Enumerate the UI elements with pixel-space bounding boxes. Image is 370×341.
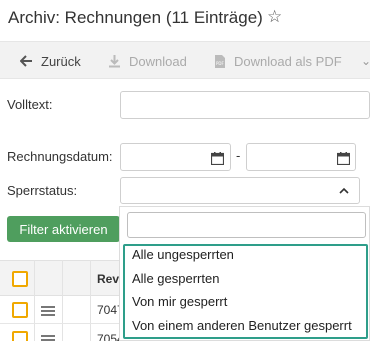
download-pdf-button[interactable]: PDF Download als PDF [214, 51, 342, 71]
row-checkbox[interactable] [12, 302, 28, 318]
option-all-unlocked[interactable]: Alle ungesperrten [132, 247, 234, 262]
pdf-file-icon: PDF [214, 54, 226, 69]
date-separator: - [236, 148, 241, 163]
download-label: Download [129, 53, 187, 69]
invoice-date-label: Rechnungsdatum: [7, 149, 113, 164]
date-from-input[interactable] [120, 143, 231, 171]
option-all-locked[interactable]: Alle gesperrten [132, 271, 219, 286]
row-checkbox[interactable] [12, 331, 28, 341]
lock-status-dropdown: Alle ungesperrten Alle gesperrten Von mi… [119, 206, 370, 341]
option-locked-by-other-user[interactable]: Von einem anderen Benutzer gesperrt [132, 318, 352, 333]
title-bar: Archiv: Rechnungen (11 Einträge) ☆ [0, 0, 370, 36]
download-pdf-label: Download als PDF [234, 53, 342, 69]
calendar-icon[interactable] [336, 152, 351, 168]
dropdown-search-input[interactable] [127, 212, 366, 238]
star-outline-icon[interactable]: ☆ [267, 7, 282, 27]
chevron-down-icon[interactable]: ⌄ [361, 51, 370, 71]
lock-status-select[interactable] [120, 177, 360, 204]
svg-text:PDF: PDF [216, 61, 224, 66]
fulltext-label: Volltext: [7, 97, 53, 112]
hamburger-menu-icon[interactable] [41, 335, 55, 341]
lock-status-label: Sperrstatus: [7, 183, 78, 198]
select-all-checkbox[interactable] [12, 271, 28, 287]
chevron-up-icon [339, 185, 349, 197]
activate-filter-button[interactable]: Filter aktivieren [7, 216, 120, 242]
fulltext-input[interactable] [120, 91, 370, 119]
download-icon [108, 54, 121, 68]
option-locked-by-me[interactable]: Von mir gesperrt [132, 294, 227, 309]
arrow-left-icon [20, 55, 33, 67]
date-to-input[interactable] [246, 143, 356, 171]
hamburger-menu-icon[interactable] [41, 306, 55, 318]
calendar-icon[interactable] [210, 152, 225, 168]
back-label: Zurück [41, 53, 81, 69]
page-title: Archiv: Rechnungen (11 Einträge) [8, 8, 263, 27]
back-button[interactable]: Zurück [20, 51, 81, 71]
toolbar: Zurück Download PDF Download als PDF ⌄ [0, 41, 370, 79]
download-button[interactable]: Download [108, 51, 187, 71]
